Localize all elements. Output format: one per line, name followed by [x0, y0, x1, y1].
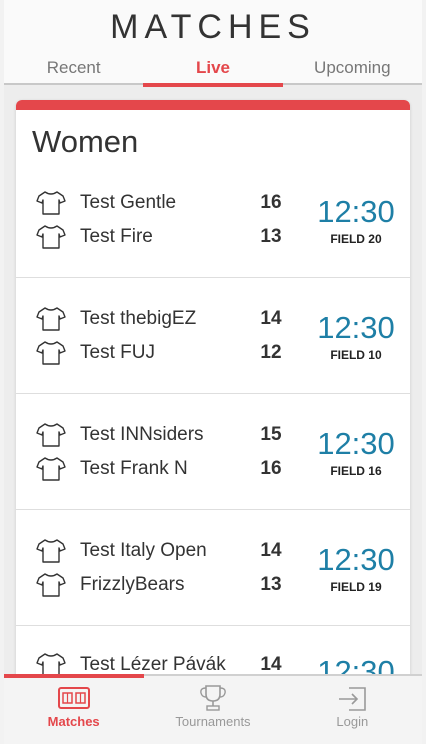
- nav-label: Login: [336, 714, 369, 729]
- bottom-nav: Matches Tournaments Login: [4, 674, 422, 744]
- field-label: FIELD 10: [330, 348, 382, 362]
- team-name: Test thebigEZ: [80, 308, 197, 329]
- shirt-icon: [36, 457, 66, 481]
- score: 13: [260, 574, 282, 595]
- team-row: Test Italy Open: [36, 536, 207, 566]
- card-accent-bar: [16, 100, 410, 110]
- shirt-icon: [36, 191, 66, 215]
- team-name: FrizzlyBears: [80, 574, 185, 595]
- tab-upcoming[interactable]: Upcoming: [283, 53, 422, 85]
- match-time: 12:30: [317, 426, 395, 461]
- team-row: Test Gentle: [36, 188, 176, 218]
- division-card: Women Test Gentle 16 Test Fire 13 12:30 …: [16, 100, 410, 700]
- score: 16: [260, 192, 282, 213]
- nav-tournaments[interactable]: Tournaments: [143, 676, 282, 744]
- field-label: FIELD 20: [330, 232, 382, 246]
- score: 14: [260, 654, 282, 675]
- nav-label: Matches: [47, 714, 100, 729]
- nav-login[interactable]: Login: [283, 676, 422, 744]
- app-frame: MATCHES Recent Live Upcoming Women Test …: [4, 0, 422, 744]
- team-row: Test INNsiders: [36, 420, 204, 450]
- field-label: FIELD 16: [330, 464, 382, 478]
- score: 14: [260, 540, 282, 561]
- login-icon: [339, 687, 367, 711]
- team-row: FrizzlyBears: [36, 570, 185, 600]
- match-time: 12:30: [317, 542, 395, 577]
- header: MATCHES Recent Live Upcoming: [4, 0, 422, 87]
- match-time: 12:30: [317, 194, 395, 229]
- shirt-icon: [36, 423, 66, 447]
- scoreboard-icon: [57, 687, 90, 709]
- team-name: Test Lézer Pávák: [80, 654, 226, 675]
- team-row: Test Fire: [36, 222, 153, 252]
- tab-recent[interactable]: Recent: [4, 53, 143, 85]
- match-time: 12:30: [317, 310, 395, 345]
- shirt-icon: [36, 539, 66, 563]
- team-row: Test thebigEZ: [36, 304, 196, 334]
- score: 16: [260, 458, 282, 479]
- team-name: Test INNsiders: [80, 424, 204, 445]
- match-row[interactable]: Test thebigEZ 14 Test FUJ 12 12:30 FIELD…: [16, 278, 410, 394]
- shirt-icon: [36, 341, 66, 365]
- team-name: Test Italy Open: [80, 540, 207, 561]
- match-row[interactable]: Test INNsiders 15 Test Frank N 16 12:30 …: [16, 394, 410, 510]
- score: 13: [260, 226, 282, 247]
- tab-bar: Recent Live Upcoming: [4, 53, 422, 87]
- tab-live[interactable]: Live: [143, 53, 283, 87]
- field-label: FIELD 19: [330, 580, 382, 594]
- page-title: MATCHES: [110, 8, 316, 46]
- shirt-icon: [36, 307, 66, 331]
- team-name: Test Gentle: [80, 192, 177, 213]
- team-name: Test Fire: [80, 226, 153, 247]
- nav-matches[interactable]: Matches: [4, 676, 143, 744]
- shirt-icon: [36, 573, 66, 597]
- trophy-icon: [200, 685, 226, 711]
- team-row: Test Frank N: [36, 454, 188, 484]
- shirt-icon: [36, 225, 66, 249]
- match-row[interactable]: Test Gentle 16 Test Fire 13 12:30 FIELD …: [16, 162, 410, 278]
- division-title: Women: [32, 124, 139, 159]
- match-row[interactable]: Test Italy Open 14 FrizzlyBears 13 12:30…: [16, 510, 410, 626]
- team-row: Test FUJ: [36, 338, 155, 368]
- team-name: Test Frank N: [80, 458, 188, 479]
- nav-label: Tournaments: [175, 714, 251, 729]
- score: 12: [260, 342, 282, 363]
- score: 14: [260, 308, 282, 329]
- team-name: Test FUJ: [80, 342, 155, 363]
- score: 15: [260, 424, 282, 445]
